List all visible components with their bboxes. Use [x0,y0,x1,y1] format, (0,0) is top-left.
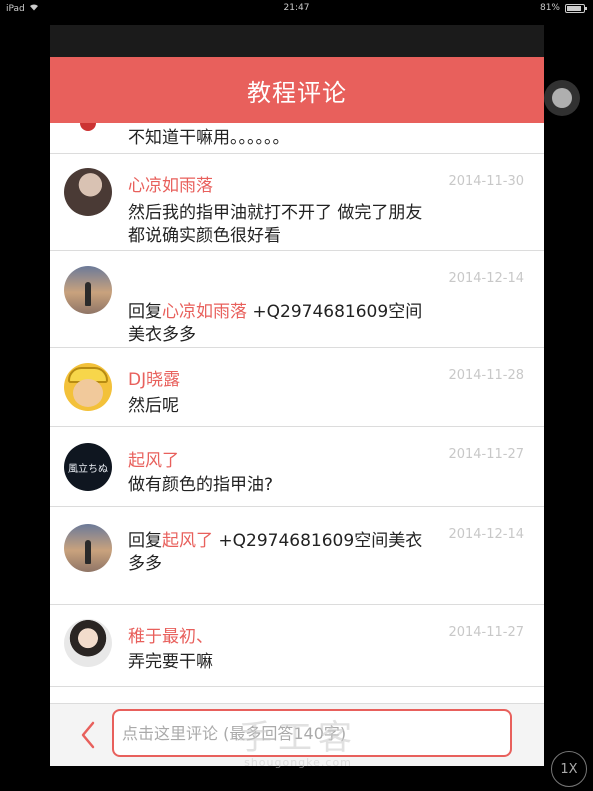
list-item: 不知道干嘛用。。。。。。 [50,123,544,154]
avatar[interactable] [64,168,112,216]
battery-icon [565,3,587,13]
avatar[interactable] [64,266,112,314]
list-item[interactable]: 稚于最初、 2014-11-27 弄完要干嘛 [50,605,544,687]
chevron-left-icon [81,721,95,749]
comment-date: 2014-11-27 [448,625,524,640]
comment-text: 弄完要干嘛 [128,652,213,672]
avatar[interactable] [64,524,112,572]
app-window: 教程评论 不知道干嘛用。。。。。。 心凉如雨落 2014-11-30 然后我的指… [50,25,544,766]
avatar[interactable] [80,123,96,131]
comment-text: 不知道干嘛用。。。。。。 [128,128,290,148]
comment-date: 2014-12-14 [448,527,524,542]
list-item[interactable]: 2014-12-14 回复心凉如雨落 +Q2974681609空间美衣多多 [50,251,544,348]
comment-date: 2014-11-28 [448,368,524,383]
avatar[interactable] [64,363,112,411]
page-title: 教程评论 [50,57,544,123]
comment-date: 2014-12-14 [448,271,524,286]
comment-text: 然后我的指甲油就打不开了 做完了朋友都说确实颜色很好看 [128,203,423,246]
comment-username[interactable]: 稚于最初、 [128,622,213,647]
list-item[interactable]: 2014-12-14 回复起风了 +Q2974681609空间美衣多多 [50,507,544,605]
battery-percent: 81% [539,3,560,13]
comment-date: 2014-11-30 [448,174,524,189]
comment-list[interactable]: 不知道干嘛用。。。。。。 心凉如雨落 2014-11-30 然后我的指甲油就打不… [50,123,544,703]
zoom-button[interactable]: 1X [551,751,587,787]
comment-text: 回复起风了 +Q2974681609空间美衣多多 [128,530,438,576]
comment-text: 然后呢 [128,396,179,416]
list-item[interactable]: 風立ちぬ 起风了 2014-11-27 做有颜色的指甲油? [50,427,544,507]
avatar[interactable] [64,619,112,667]
avatar[interactable]: 風立ちぬ [64,443,112,491]
comment-text: 回复心凉如雨落 +Q2974681609空间美衣多多 [128,301,438,347]
reply-prefix: 回复 [128,531,162,551]
watermark: 手工客 shougongke.com [228,720,368,769]
back-button[interactable] [78,720,106,750]
comment-username[interactable]: DJ晓露 [128,365,180,390]
reply-mention[interactable]: 起风了 [162,531,213,551]
list-item[interactable]: DJ晓露 2014-11-28 然后呢 [50,348,544,427]
status-time: 21:47 [283,3,310,13]
watermark-logo: 手工客 [238,718,358,758]
top-dark-bar [50,25,544,57]
comment-username[interactable]: 起风了 [128,446,179,471]
watermark-url: shougongke.com [244,756,352,769]
assistive-touch-button[interactable] [544,80,580,116]
reply-mention[interactable]: 心凉如雨落 [162,302,247,322]
comment-username[interactable]: 心凉如雨落 [128,171,213,196]
list-item[interactable]: 心凉如雨落 2014-11-30 然后我的指甲油就打不开了 做完了朋友都说确实颜… [50,154,544,251]
reply-prefix: 回复 [128,302,162,322]
comment-date: 2014-11-27 [448,447,524,462]
status-bar: iPad 21:47 81% [0,0,593,17]
comment-text: 做有颜色的指甲油? [128,475,274,495]
